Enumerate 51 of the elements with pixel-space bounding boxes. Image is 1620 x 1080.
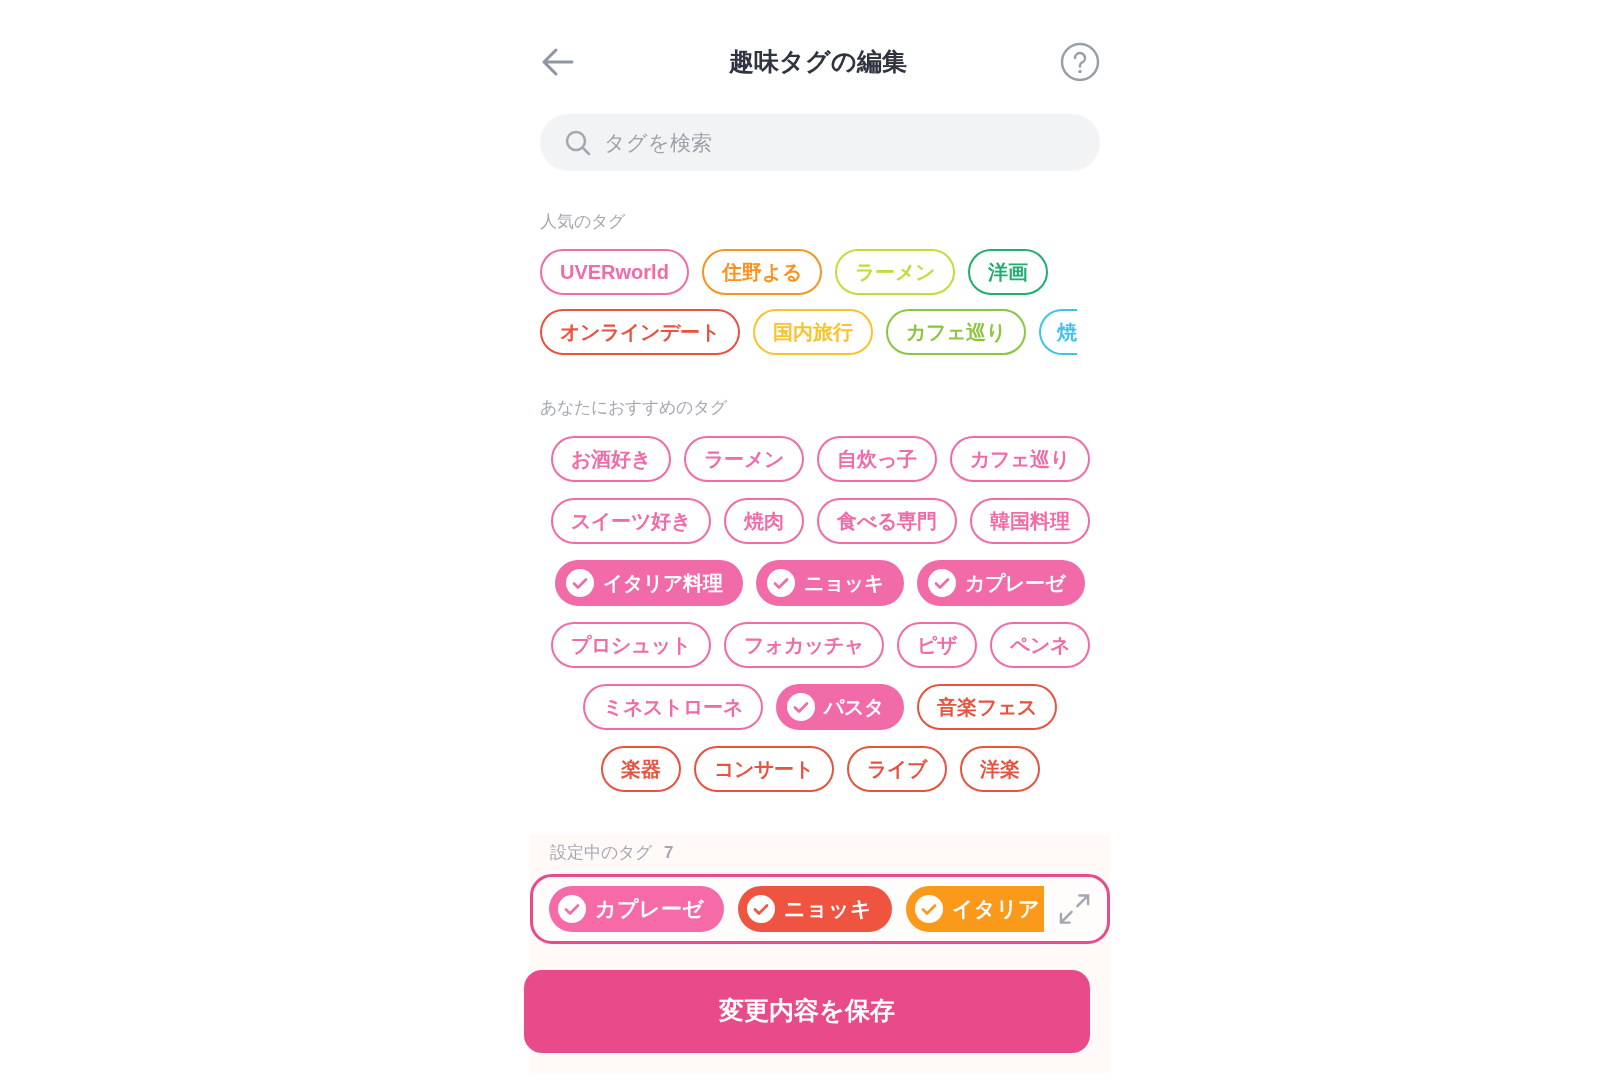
section-label: 設定中のタグ: [550, 842, 652, 864]
tag-chip[interactable]: ラーメン: [683, 436, 804, 482]
tag-chip[interactable]: 国内旅行: [753, 308, 873, 355]
tag-chip[interactable]: お酒好き: [550, 436, 671, 482]
selected-tag-chip[interactable]: カプレーゼ: [549, 885, 724, 932]
selected-tag-chip[interactable]: イタリア: [906, 885, 1044, 932]
check-icon: [927, 568, 957, 598]
tag-chip[interactable]: カフェ巡り: [949, 436, 1090, 482]
tag-chip[interactable]: ピザ: [896, 622, 977, 668]
tag-chip[interactable]: 自炊っ子: [816, 436, 937, 482]
check-icon: [557, 893, 587, 924]
tag-chip[interactable]: コンサート: [693, 746, 834, 792]
tag-chip[interactable]: 韓国料理: [969, 498, 1090, 544]
expand-icon[interactable]: [1058, 891, 1091, 926]
selected-tag-chip[interactable]: ニョッキ: [738, 885, 892, 932]
section-label: あなたにおすすめのタグ: [540, 396, 728, 419]
tag-chip[interactable]: ライブ: [846, 746, 947, 792]
tag-chip[interactable]: フォカッチャ: [723, 622, 884, 668]
check-icon: [746, 893, 776, 924]
tag-chip[interactable]: 楽器: [600, 746, 681, 792]
check-icon: [786, 692, 816, 722]
page-title: 趣味タグの編集: [729, 46, 907, 78]
check-icon: [565, 568, 595, 598]
tag-chip[interactable]: オンラインデート: [540, 308, 740, 355]
tag-chip[interactable]: 焼肉: [723, 498, 804, 544]
tag-chip[interactable]: パスタ: [776, 684, 904, 730]
tag-chip[interactable]: 住野よる: [701, 248, 822, 295]
tag-chip[interactable]: カフェ巡り: [886, 308, 1026, 355]
search-field[interactable]: タグを検索: [604, 114, 1076, 171]
tag-chip[interactable]: プロシュット: [550, 622, 711, 668]
save-button[interactable]: 変更内容を保存: [524, 969, 1090, 1053]
tag-chip[interactable]: UVERworld: [540, 248, 689, 295]
tag-chip[interactable]: ニョッキ: [756, 560, 904, 606]
tag-count: 7: [664, 842, 674, 864]
tag-chip[interactable]: 焼: [1039, 308, 1077, 355]
tag-chip[interactable]: 洋楽: [959, 746, 1040, 792]
tag-chip[interactable]: カプレーゼ: [917, 560, 1085, 606]
tag-chip[interactable]: 洋画: [967, 248, 1048, 295]
tag-chip[interactable]: スイーツ好き: [550, 498, 711, 544]
tag-chip[interactable]: ラーメン: [834, 248, 955, 295]
section-label: 人気のタグ: [540, 211, 626, 233]
check-icon: [766, 568, 796, 598]
check-icon: [914, 893, 944, 924]
help-icon[interactable]: [1060, 42, 1100, 82]
tag-chip[interactable]: 食べる専門: [816, 498, 957, 544]
tag-chip[interactable]: イタリア料理: [555, 560, 743, 606]
tag-chip[interactable]: 音楽フェス: [917, 684, 1057, 730]
tag-chip[interactable]: ペンネ: [989, 622, 1090, 668]
search-icon: [564, 128, 592, 157]
search-bar[interactable]: タグを検索: [540, 114, 1100, 171]
tag-chip[interactable]: ミネストローネ: [583, 684, 763, 730]
